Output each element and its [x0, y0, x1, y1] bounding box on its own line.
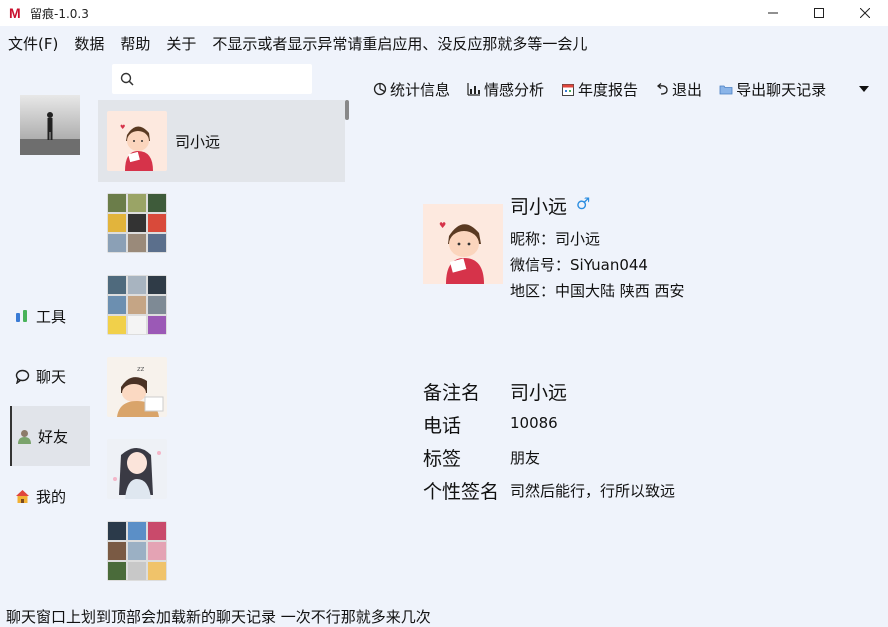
- menu-help[interactable]: 帮助: [120, 33, 150, 54]
- contact-avatar: [107, 439, 167, 499]
- sentiment-label: 情感分析: [484, 80, 545, 99]
- profile-name: 司小远: [510, 196, 568, 218]
- contact-panel: ♥ 司小远 zz: [98, 60, 350, 600]
- nav-tools-label: 工具: [36, 307, 67, 326]
- contact-item-selected[interactable]: ♥ 司小远: [98, 100, 345, 182]
- close-button[interactable]: [842, 0, 888, 26]
- detail-tag-label: 标签: [423, 448, 462, 470]
- status-bar: 聊天窗口上划到顶部会加载新的聊天记录 一次不行那就多来几次: [6, 608, 431, 626]
- nav-chat[interactable]: 聊天: [10, 346, 90, 406]
- window-title: 留痕-1.0.3: [30, 6, 89, 21]
- maximize-icon: [814, 8, 824, 18]
- contact-item[interactable]: [98, 510, 345, 592]
- menu-notice: 不显示或者显示异常请重启应用、没反应那就多等一会儿: [212, 34, 588, 53]
- stats-label: 统计信息: [390, 80, 451, 99]
- export-chat-button[interactable]: 导出聊天记录: [718, 79, 826, 100]
- contact-item[interactable]: [98, 428, 345, 510]
- annual-report-button[interactable]: 年度报告: [560, 79, 638, 100]
- profile-region: 地区：中国大陆 陕西 西安: [510, 282, 685, 300]
- contact-item[interactable]: [98, 182, 345, 264]
- exit-label: 退出: [672, 80, 703, 99]
- profile-nickname: 昵称：司小远: [510, 230, 601, 248]
- profile-wechat-id: 微信号：SiYuan044: [510, 256, 648, 274]
- maximize-button[interactable]: [796, 0, 842, 26]
- svg-text:zz: zz: [137, 365, 145, 373]
- anime-girl-icon: [107, 439, 167, 499]
- search-input[interactable]: [140, 71, 310, 87]
- exit-button[interactable]: 退出: [654, 79, 702, 100]
- contact-avatar: ♥: [107, 111, 167, 171]
- detail-phone-value: 10086: [510, 414, 558, 432]
- cartoon-boy-icon: ♥: [107, 111, 167, 171]
- chat-icon: [14, 368, 30, 384]
- nav-tools[interactable]: 工具: [10, 286, 90, 346]
- bar-chart-icon: [466, 81, 482, 97]
- contact-avatar: [107, 521, 167, 581]
- app-logo: M: [9, 5, 21, 21]
- tools-icon: [14, 308, 30, 324]
- home-icon: [14, 488, 30, 504]
- detail-phone-label: 电话: [423, 415, 462, 437]
- contact-list: ♥ 司小远 zz: [98, 100, 350, 600]
- sleeping-boy-icon: zz: [107, 357, 167, 417]
- sentiment-button[interactable]: 情感分析: [466, 79, 544, 100]
- contact-avatar: [107, 275, 167, 335]
- detail-remark-value: 司小远: [510, 382, 568, 404]
- calendar-icon: [560, 81, 576, 97]
- friends-icon: [16, 428, 32, 444]
- detail-tag-value: 朋友: [510, 449, 541, 467]
- annual-report-label: 年度报告: [578, 80, 639, 99]
- nav-friends-label: 好友: [38, 427, 69, 446]
- left-navbar: 工具 聊天 好友 我的: [0, 60, 98, 600]
- close-icon: [860, 8, 870, 18]
- menu-data[interactable]: 数据: [74, 33, 104, 54]
- search-box[interactable]: [112, 64, 312, 94]
- folder-icon: [718, 81, 734, 97]
- pie-chart-icon: [372, 81, 388, 97]
- group-grid-icon: [107, 521, 167, 581]
- menu-about[interactable]: 关于: [166, 33, 196, 54]
- toolbar: 统计信息 情感分析 年度报告 退出 导出聊天记录: [372, 76, 842, 102]
- contact-avatar: [107, 193, 167, 253]
- nav-mine-label: 我的: [36, 487, 67, 506]
- svg-text:♥: ♥: [120, 124, 125, 131]
- my-avatar[interactable]: [20, 95, 80, 155]
- nav-chat-label: 聊天: [36, 367, 67, 386]
- group-grid-icon: [107, 193, 167, 253]
- undo-icon: [654, 81, 670, 97]
- minimize-button[interactable]: [750, 0, 796, 26]
- contact-name: 司小远: [175, 132, 221, 151]
- nav-mine[interactable]: 我的: [10, 466, 90, 526]
- detail-signature-label: 个性签名: [423, 481, 500, 503]
- contact-scrollbar[interactable]: [345, 100, 349, 120]
- chevron-down-icon[interactable]: [858, 84, 870, 94]
- profile-avatar: ♥: [423, 204, 503, 284]
- contact-item[interactable]: [98, 264, 345, 346]
- contact-avatar: zz: [107, 357, 167, 417]
- detail-signature-value: 司然后能行，行所以致远: [510, 482, 676, 500]
- search-icon: [120, 72, 134, 86]
- window-controls: [750, 0, 888, 26]
- svg-text:♥: ♥: [439, 221, 446, 230]
- group-grid-icon: [107, 275, 167, 335]
- male-icon: ♂: [576, 194, 591, 213]
- minimize-icon: [768, 12, 778, 14]
- nav-friends[interactable]: 好友: [10, 406, 90, 466]
- detail-remark-label: 备注名: [423, 382, 481, 404]
- title-bar: M 留痕-1.0.3: [0, 0, 888, 26]
- menu-file[interactable]: 文件(F): [8, 33, 58, 54]
- menu-bar: 文件(F) 数据 帮助 关于 不显示或者显示异常请重启应用、没反应那就多等一会儿: [0, 26, 888, 60]
- export-chat-label: 导出聊天记录: [736, 80, 827, 99]
- contact-item[interactable]: zz: [98, 346, 345, 428]
- stats-button[interactable]: 统计信息: [372, 79, 450, 100]
- avatar-photo-icon: [20, 95, 80, 155]
- cartoon-boy-icon: ♥: [423, 204, 503, 284]
